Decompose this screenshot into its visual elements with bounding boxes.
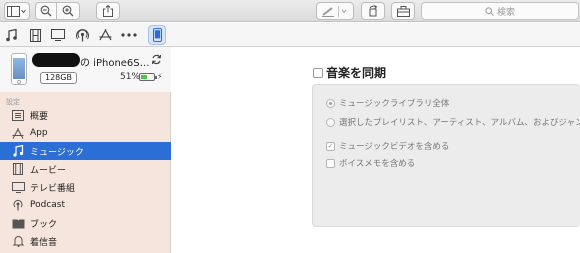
checkbox-unchecked-icon — [326, 158, 335, 168]
sidebar-item-label: 概要 — [30, 111, 49, 122]
rotate-button[interactable] — [361, 2, 385, 20]
radio-unselected-icon — [326, 117, 335, 127]
sidebar-item-movies[interactable]: ムービー — [0, 160, 171, 178]
entire-library-label: ミュージックライブラリ全体 — [339, 99, 450, 109]
sidebar-item-tv-shows[interactable]: テレビ番組 — [0, 178, 171, 196]
charging-icon: ⚡ — [157, 72, 163, 81]
sync-music-checkbox[interactable]: 音楽を同期 — [313, 64, 386, 81]
battery-percent: 51% — [120, 72, 141, 82]
device-name: の iPhone6S… — [80, 58, 150, 69]
rotate-icon — [369, 5, 378, 17]
bell-icon — [11, 234, 25, 248]
sync-options-panel: ミュージックライブラリ全体 選択したプレイリスト、アーティスト、アルバム、および… — [312, 84, 580, 227]
sidebar-item-label: ミュージック — [30, 147, 84, 158]
device-summary[interactable]: の iPhone6S… 128GB 51% ⚡ — [0, 47, 171, 92]
radio-selected-icon — [326, 98, 335, 108]
iphone-icon — [11, 53, 27, 85]
tv-category-icon[interactable] — [50, 27, 66, 43]
include-voice-memos-checkbox[interactable]: ボイスメモを含める — [326, 157, 415, 169]
sidebar-nav: 概要 App ミュージック ムービー テレビ番組 Podcast ブック 着信音 — [0, 106, 171, 250]
sidebar-icon — [7, 5, 26, 17]
zoom-in-button[interactable] — [56, 2, 80, 20]
zoom-out-button[interactable] — [35, 2, 57, 20]
toolbox-icon — [396, 5, 410, 17]
selected-items-radio[interactable]: 選択したプレイリスト、アーティスト、アルバム、およびジャンル — [326, 116, 580, 128]
media-category-bar — [0, 23, 580, 47]
battery-icon — [139, 73, 157, 81]
checkbox-checked-icon: ✓ — [326, 141, 335, 151]
music-note-icon — [11, 144, 25, 158]
sidebar: の iPhone6S… 128GB 51% ⚡ 設定 概要 App ミュージック… — [0, 47, 171, 253]
summary-list-icon — [11, 108, 25, 122]
include-voice-memos-label: ボイスメモを含める — [339, 159, 416, 169]
search-field[interactable]: 検索 — [421, 2, 579, 20]
podcast-category-icon[interactable] — [74, 27, 90, 43]
sidebar-item-apps[interactable]: App — [0, 124, 171, 142]
sidebar-item-label: 着信音 — [30, 237, 58, 248]
sidebar-item-label: App — [30, 128, 48, 138]
sync-music-label: 音楽を同期 — [326, 66, 387, 80]
include-videos-checkbox[interactable]: ✓ ミュージックビデオを含める — [326, 140, 449, 152]
zoom-in-icon — [62, 5, 74, 17]
music-category-icon[interactable] — [4, 27, 20, 43]
sync-icon[interactable] — [151, 54, 162, 65]
movies-category-icon[interactable] — [27, 27, 43, 43]
capacity-badge: 128GB — [40, 72, 77, 84]
sidebar-item-label: Podcast — [30, 200, 66, 210]
sidebar-item-podcast[interactable]: Podcast — [0, 196, 171, 214]
film-icon — [11, 162, 25, 176]
include-videos-label: ミュージックビデオを含める — [339, 142, 450, 152]
book-icon — [11, 216, 25, 230]
sidebar-toggle-button[interactable] — [4, 2, 30, 20]
app-store-icon — [11, 126, 25, 140]
checkbox-unchecked-icon — [313, 67, 323, 78]
sidebar-item-label: ブック — [30, 219, 58, 230]
redacted-owner-name — [32, 53, 80, 67]
sidebar-item-label: ムービー — [30, 165, 67, 176]
more-icon[interactable] — [120, 27, 138, 43]
sidebar-item-ringtones[interactable]: 着信音 — [0, 232, 171, 250]
share-button[interactable] — [96, 2, 120, 20]
markup-button[interactable] — [316, 2, 354, 20]
zoom-out-icon — [40, 5, 52, 17]
apps-category-icon[interactable] — [97, 27, 113, 43]
sidebar-item-music[interactable]: ミュージック — [0, 142, 171, 160]
tv-icon — [11, 180, 25, 194]
sidebar-item-books[interactable]: ブック — [0, 214, 171, 232]
toolbar: 検索 — [0, 0, 580, 22]
entire-library-radio[interactable]: ミュージックライブラリ全体 — [326, 97, 449, 109]
device-iphone-icon[interactable] — [148, 25, 166, 45]
share-icon — [103, 5, 113, 17]
podcast-icon — [11, 198, 25, 212]
search-icon — [485, 6, 494, 16]
sidebar-item-label: テレビ番組 — [30, 183, 76, 194]
music-sync-pane: 音楽を同期 ミュージックライブラリ全体 選択したプレイリスト、アーティスト、アル… — [172, 47, 580, 253]
pen-icon — [322, 5, 347, 17]
toolbox-button[interactable] — [391, 2, 415, 20]
search-placeholder: 検索 — [496, 7, 515, 18]
sidebar-item-summary[interactable]: 概要 — [0, 106, 171, 124]
selected-items-label: 選択したプレイリスト、アーティスト、アルバム、およびジャンル — [339, 118, 580, 128]
